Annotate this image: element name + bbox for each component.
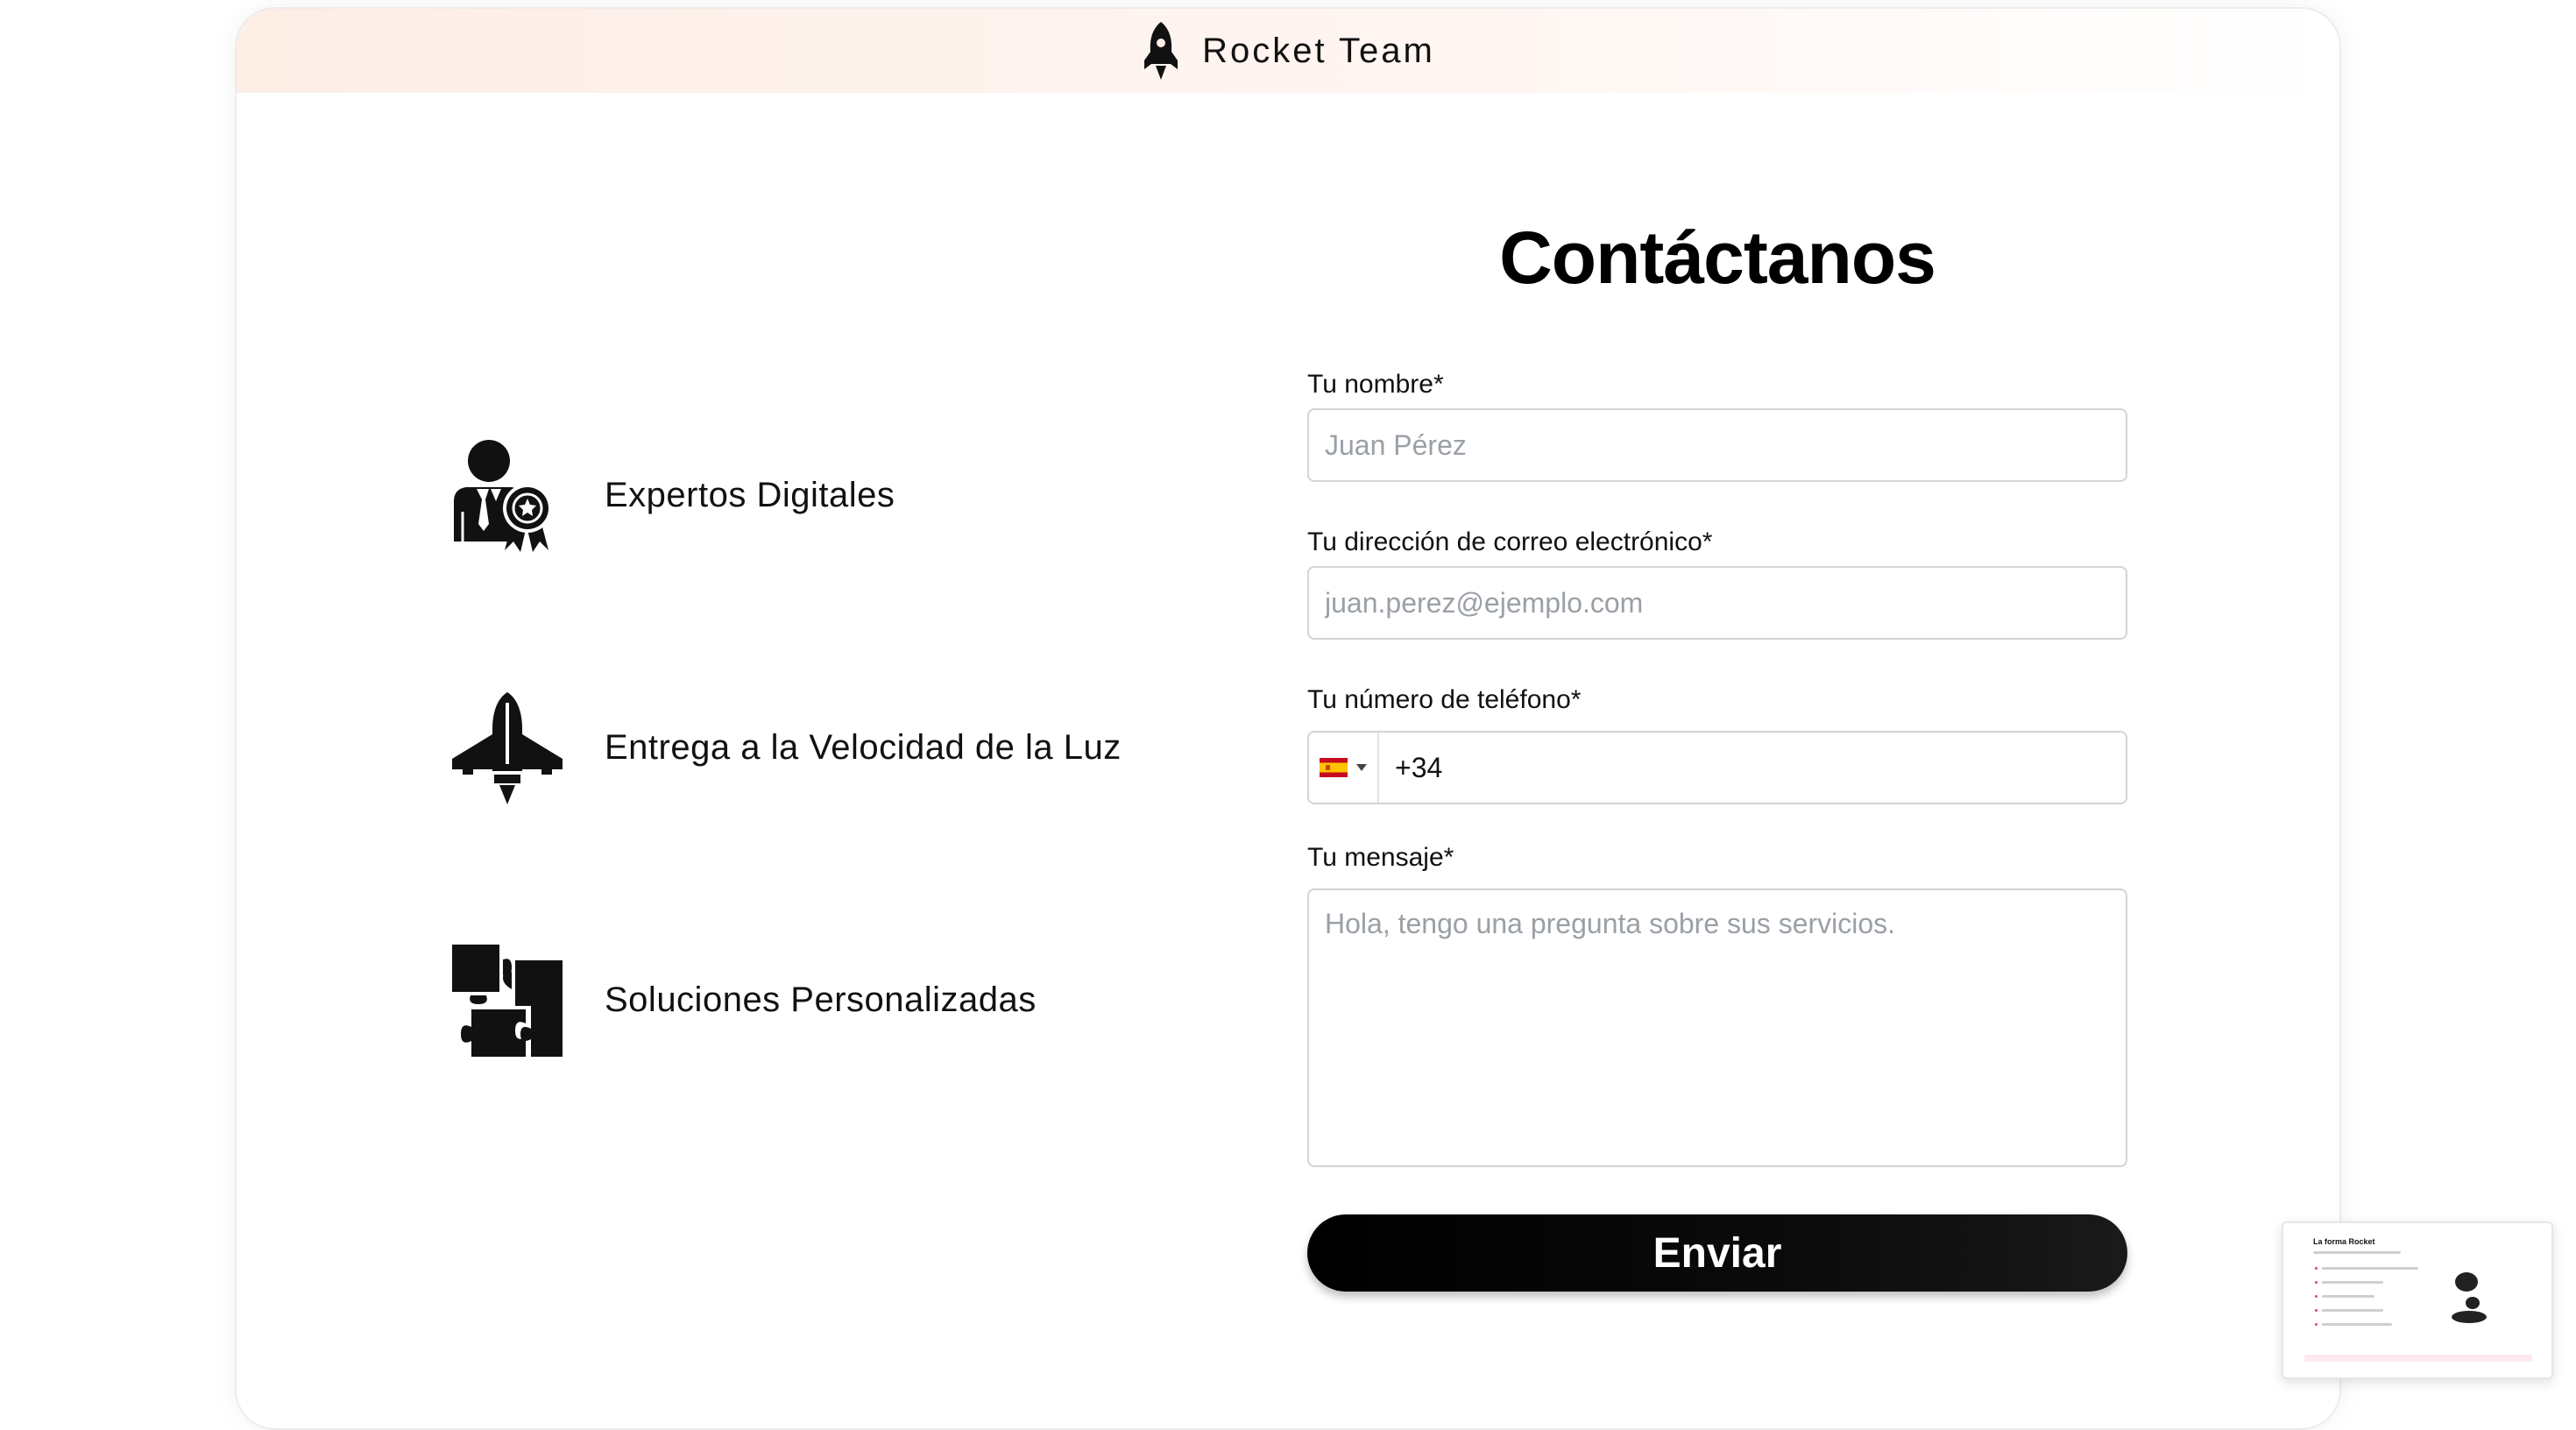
jet-icon — [452, 692, 563, 804]
submit-button[interactable]: Enviar — [1307, 1214, 2127, 1292]
puzzle-icon — [452, 945, 563, 1057]
feature-label: Soluciones Personalizadas — [605, 980, 1037, 1019]
expert-award-icon — [454, 440, 552, 552]
feature-label: Entrega a la Velocidad de la Luz — [605, 727, 1122, 767]
phone-input[interactable] — [1379, 733, 2126, 803]
rocket-icon — [1144, 22, 1178, 80]
phone-label: Tu número de teléfono* — [1307, 685, 1582, 714]
preview-thumbnail[interactable]: La forma Rocket — [2282, 1221, 2553, 1379]
name-label: Tu nombre* — [1307, 370, 1444, 399]
site-header: Rocket Team — [237, 9, 2339, 93]
chevron-down-icon — [1356, 764, 1367, 771]
phone-field — [1307, 731, 2127, 804]
name-input[interactable] — [1307, 408, 2127, 482]
feature-label: Expertos Digitales — [605, 475, 895, 514]
message-textarea[interactable] — [1307, 888, 2127, 1167]
form-title: Contáctanos — [1499, 216, 1936, 299]
spain-flag-icon — [1320, 758, 1348, 777]
email-input[interactable] — [1307, 566, 2127, 640]
brand-name: Rocket Team — [1202, 31, 1435, 70]
feature-item: Soluciones Personalizadas — [450, 943, 1037, 1057]
email-label: Tu dirección de correo electrónico* — [1307, 527, 1713, 556]
message-label: Tu mensaje* — [1307, 843, 1454, 872]
feature-item: Expertos Digitales — [450, 438, 895, 552]
main-card: Rocket Team Expertos Digitales Entrega a… — [235, 7, 2341, 1430]
thumbnail-title: La forma Rocket — [2313, 1237, 2375, 1246]
country-selector[interactable] — [1309, 733, 1379, 803]
brand[interactable]: Rocket Team — [1141, 22, 1435, 80]
feature-item: Entrega a la Velocidad de la Luz — [450, 690, 1122, 804]
